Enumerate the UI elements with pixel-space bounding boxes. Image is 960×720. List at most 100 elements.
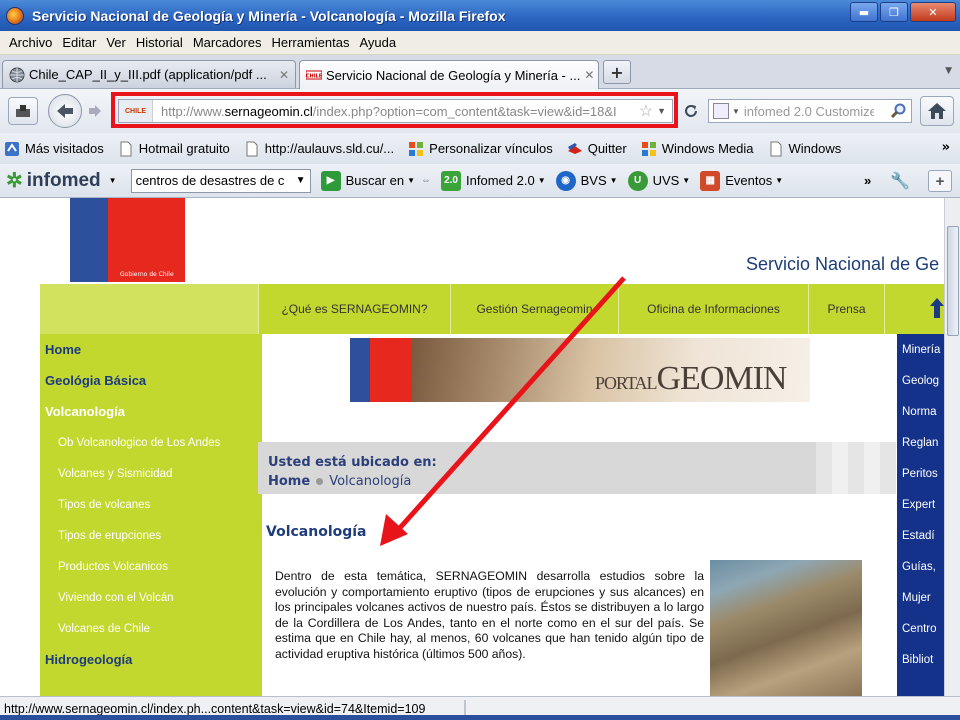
toolbar-item-label: UVS <box>652 173 680 188</box>
toolbar-buscar-en[interactable]: ▶ Buscar en ▼ <box>320 170 415 191</box>
topnav-spacer <box>40 284 258 334</box>
search-engine-dropdown-icon[interactable]: ▼ <box>732 107 740 116</box>
sidebar-item-home[interactable]: Home <box>40 334 262 365</box>
page-title: Volcanología <box>266 524 367 540</box>
tab-sernageomin-label: Servicio Nacional de Geología y Minería … <box>326 67 581 83</box>
infomed-logo[interactable]: ✲ infomed <box>6 168 101 193</box>
reload-button[interactable] <box>680 100 702 122</box>
arrow-up-icon[interactable] <box>930 298 944 318</box>
sidebar-item-volcanes-chile[interactable]: Volcanes de Chile <box>40 613 262 644</box>
sidebar-item-tipos-volcanes[interactable]: Tipos de volcanes <box>40 489 262 520</box>
toolbar-infomed-2[interactable]: 2.0 Infomed 2.0 ▼ <box>441 170 546 191</box>
sidebar-item-ob-volcanologico[interactable]: Ob Volcanologico de Los Andes <box>40 427 262 458</box>
infomed-2-icon: 2.0 <box>441 170 462 191</box>
window-titlebar[interactable]: Servicio Nacional de Geología y Minería … <box>0 0 960 31</box>
bookmark-quitter[interactable]: Quitter <box>567 141 627 157</box>
infomed-search-select[interactable]: centros de desastres de c ▼ <box>130 168 311 193</box>
menu-historial[interactable]: Historial <box>131 35 188 50</box>
vertical-scrollbar[interactable] <box>944 198 960 696</box>
maximize-button[interactable]: ❐ <box>880 2 908 22</box>
search-engine-icon[interactable] <box>713 103 729 119</box>
rightnav-item-mujer[interactable]: Mujer <box>897 582 944 613</box>
bookmark-mas-visitados[interactable]: Más visitados <box>4 141 104 157</box>
tab-bar: Chile_CAP_II_y_III.pdf (application/pdf … <box>0 55 960 89</box>
forward-button[interactable] <box>84 100 106 122</box>
svg-text:CHILE: CHILE <box>306 74 322 80</box>
tab-close-icon[interactable]: ✕ <box>580 68 594 82</box>
infomed-dropdown-icon[interactable]: ▼ <box>109 176 117 185</box>
minimize-button[interactable]: ▬ <box>850 2 878 22</box>
portalgeomin-banner[interactable]: PORTALGEOMIN <box>350 338 810 402</box>
sidebar-item-hidrogeologia[interactable]: Hidrogeología <box>40 644 262 675</box>
new-tab-button[interactable]: + <box>603 60 631 84</box>
rightnav-item-reglamentos[interactable]: Reglan <box>897 427 944 458</box>
toolbar-uvs[interactable]: U UVS ▼ <box>627 170 690 191</box>
breadcrumb-pattern <box>816 442 896 494</box>
menu-ver[interactable]: Ver <box>101 35 131 50</box>
rightnav-item-expertos[interactable]: Expert <box>897 489 944 520</box>
rightnav-item-centro[interactable]: Centro <box>897 613 944 644</box>
search-input[interactable]: infomed 2.0 Customized <box>744 104 874 119</box>
close-button[interactable]: ✕ <box>910 2 956 22</box>
rightnav-item-guias[interactable]: Guías, <box>897 551 944 582</box>
menu-archivo[interactable]: Archivo <box>4 35 57 50</box>
sidebar-item-productos[interactable]: Productos Volcanicos <box>40 551 262 582</box>
home-button[interactable] <box>920 96 954 126</box>
toolbar-item-label: Infomed 2.0 <box>466 173 535 188</box>
bookmark-windows-media[interactable]: Windows Media <box>641 141 754 157</box>
infomed-search-value[interactable]: centros de desastres de c <box>136 173 292 188</box>
topnav-que-es[interactable]: ¿Qué es SERNAGEOMIN? <box>258 284 450 334</box>
bookmarks-toolbar: Más visitados Hotmail gratuito http://au… <box>0 133 960 164</box>
sidebar-item-volcanes-sismicidad[interactable]: Volcanes y Sismicidad <box>40 458 262 489</box>
tab-close-icon[interactable]: ✕ <box>275 68 289 82</box>
bookmarks-chevron-icon[interactable]: » <box>942 140 950 155</box>
sidebar-item-viviendo[interactable]: Viviendo con el Volcán <box>40 582 262 613</box>
sidebar-item-geologia[interactable]: Geológia Básica <box>40 365 262 396</box>
topnav-prensa[interactable]: Prensa <box>808 284 884 334</box>
bookmark-hotmail[interactable]: Hotmail gratuito <box>118 141 230 157</box>
menu-herramientas[interactable]: Herramientas <box>266 35 354 50</box>
rightnav-item-biblioteca[interactable]: Bibliot <box>897 644 944 675</box>
bookmark-personalizar[interactable]: Personalizar vínculos <box>408 141 553 157</box>
tab-list-arrow-icon[interactable]: ▼ <box>945 66 952 76</box>
gobierno-de-chile-logo[interactable]: Gobierno de Chile <box>70 198 185 282</box>
menu-editar[interactable]: Editar <box>57 35 101 50</box>
tab-sernageomin[interactable]: CHILE Servicio Nacional de Geología y Mi… <box>299 60 599 89</box>
search-box[interactable]: ▼ infomed 2.0 Customized <box>708 99 912 123</box>
sidebar-item-tipos-erupciones[interactable]: Tipos de erupciones <box>40 520 262 551</box>
menu-ayuda[interactable]: Ayuda <box>354 35 401 50</box>
rightnav-item-normativa[interactable]: Norma <box>897 396 944 427</box>
search-icon[interactable] <box>891 103 907 119</box>
rightnav-item-mineria[interactable]: Minería <box>897 334 944 365</box>
back-button[interactable] <box>48 94 82 128</box>
infobar-chevron-icon[interactable]: » <box>864 173 871 188</box>
quitter-icon <box>567 142 582 154</box>
bookmark-windows[interactable]: Windows <box>768 141 841 157</box>
wrench-icon[interactable]: 🔧 <box>890 171 910 191</box>
breadcrumb-home-link[interactable]: Home <box>268 474 310 489</box>
topnav-oficina[interactable]: Oficina de Informaciones <box>618 284 808 334</box>
windows-flag-icon <box>409 141 424 156</box>
web-content[interactable]: Gobierno de Chile Servicio Nacional de G… <box>0 198 944 696</box>
forward-arrow-icon <box>89 105 101 117</box>
banner-logo-red <box>370 338 412 402</box>
sidebar-item-volcanologia[interactable]: Volcanología <box>40 396 262 427</box>
separator-handle-icon: ⇔ <box>421 175 432 186</box>
back-arrow-icon <box>57 104 73 118</box>
bookmark-aulauvs[interactable]: http://aulauvs.sld.cu/... <box>244 141 394 157</box>
page-icon <box>246 141 258 156</box>
rightnav-item-geologia[interactable]: Geolog <box>897 365 944 396</box>
rightnav-item-peritos[interactable]: Peritos <box>897 458 944 489</box>
topnav-gestion[interactable]: Gestión Sernageomin <box>450 284 618 334</box>
scrollbar-thumb[interactable] <box>947 226 959 336</box>
article-text: Dentro de esta temática, SERNAGEOMIN des… <box>275 569 704 661</box>
infomed-logo-text: infomed <box>26 169 101 191</box>
add-icon[interactable]: + <box>928 170 952 192</box>
toolbar-eventos[interactable]: ▦ Eventos ▼ <box>700 170 783 191</box>
toolbar-bvs[interactable]: ◉ BVS ▼ <box>555 170 618 191</box>
select-chevron-down-icon[interactable]: ▼ <box>292 175 310 186</box>
tab-pdf[interactable]: Chile_CAP_II_y_III.pdf (application/pdf … <box>2 60 296 88</box>
home-page-button[interactable] <box>8 97 38 125</box>
menu-marcadores[interactable]: Marcadores <box>188 35 267 50</box>
rightnav-item-estadisticas[interactable]: Estadí <box>897 520 944 551</box>
